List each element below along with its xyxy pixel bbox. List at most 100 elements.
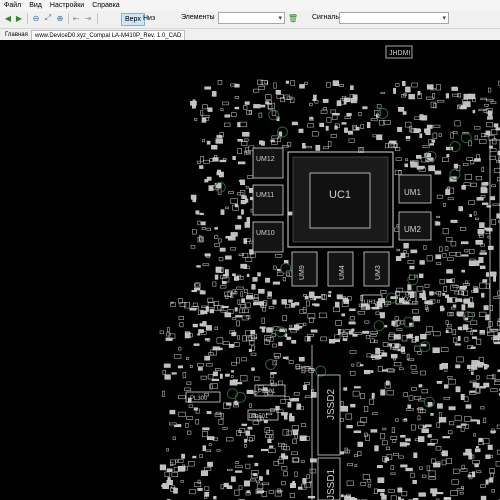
component-pad[interactable] bbox=[245, 186, 249, 189]
component-pad[interactable] bbox=[235, 224, 242, 230]
component-pad[interactable] bbox=[396, 248, 400, 252]
redo-icon[interactable]: ⇥ bbox=[83, 13, 93, 23]
component-pad[interactable] bbox=[443, 285, 448, 292]
component-pad[interactable] bbox=[251, 367, 255, 371]
component-pad[interactable] bbox=[464, 317, 469, 321]
component-pad[interactable] bbox=[344, 127, 348, 133]
component-pad[interactable] bbox=[482, 279, 488, 283]
component-pad[interactable] bbox=[184, 332, 191, 339]
component-pad[interactable] bbox=[481, 167, 485, 172]
component-pad[interactable] bbox=[188, 461, 195, 467]
component-pad[interactable] bbox=[272, 281, 281, 285]
component-pad[interactable] bbox=[206, 411, 212, 415]
component-pad[interactable] bbox=[251, 284, 256, 290]
component-pad[interactable] bbox=[479, 139, 487, 144]
component-pad[interactable] bbox=[281, 466, 288, 471]
component-pad[interactable] bbox=[406, 138, 411, 141]
component-pad[interactable] bbox=[375, 355, 382, 359]
component-pad[interactable] bbox=[298, 128, 304, 133]
component-pad[interactable] bbox=[246, 490, 250, 494]
component-pad[interactable] bbox=[469, 390, 476, 393]
component-pad[interactable] bbox=[461, 185, 466, 190]
component-pad[interactable] bbox=[202, 445, 206, 451]
component-pad[interactable] bbox=[224, 122, 231, 127]
component-pad[interactable] bbox=[328, 294, 331, 297]
component-pad[interactable] bbox=[485, 454, 491, 459]
component-pad[interactable] bbox=[238, 308, 245, 314]
component-pad[interactable] bbox=[332, 113, 340, 116]
component-pad[interactable] bbox=[230, 375, 234, 378]
component-pad[interactable] bbox=[436, 380, 443, 384]
component-pad[interactable] bbox=[282, 429, 290, 436]
menu-view[interactable]: Вид bbox=[25, 0, 46, 11]
component-pad[interactable] bbox=[166, 468, 173, 473]
component-pad[interactable] bbox=[462, 324, 469, 330]
component-pad[interactable] bbox=[253, 473, 257, 477]
component-pad[interactable] bbox=[241, 315, 249, 321]
component-pad[interactable] bbox=[367, 483, 371, 488]
component-pad[interactable] bbox=[200, 110, 204, 116]
component-pad[interactable] bbox=[237, 215, 242, 220]
component-pad[interactable] bbox=[455, 364, 461, 369]
component-pad[interactable] bbox=[211, 378, 220, 382]
component-pad[interactable] bbox=[455, 298, 463, 302]
component-pad[interactable] bbox=[169, 462, 174, 466]
component-pad[interactable] bbox=[197, 479, 201, 484]
component-pad[interactable] bbox=[212, 157, 219, 162]
component-pad[interactable] bbox=[289, 398, 294, 402]
component-pad[interactable] bbox=[192, 99, 196, 106]
component-pad[interactable] bbox=[267, 291, 272, 297]
component-pad[interactable] bbox=[491, 184, 496, 188]
component-pad[interactable] bbox=[304, 295, 309, 300]
component-pad[interactable] bbox=[483, 305, 489, 311]
component-pad[interactable] bbox=[230, 476, 236, 482]
component-pad[interactable] bbox=[245, 257, 253, 262]
component-pad[interactable] bbox=[217, 80, 223, 85]
component-pad[interactable] bbox=[337, 328, 341, 335]
component-pad[interactable] bbox=[230, 247, 236, 251]
component-pad[interactable] bbox=[380, 290, 387, 294]
component-pad[interactable] bbox=[328, 291, 332, 294]
component-pad[interactable] bbox=[301, 367, 306, 374]
component-pad[interactable] bbox=[352, 390, 360, 397]
component-pad[interactable] bbox=[179, 322, 184, 328]
component-pad[interactable] bbox=[206, 363, 213, 367]
component-pad[interactable] bbox=[238, 485, 243, 490]
component-pad[interactable] bbox=[226, 485, 233, 489]
component-pad[interactable] bbox=[307, 123, 314, 128]
component-pad[interactable] bbox=[474, 126, 481, 130]
component-pad[interactable] bbox=[303, 385, 307, 391]
component-pad[interactable] bbox=[261, 317, 265, 324]
component-pad[interactable] bbox=[224, 114, 231, 118]
component-pad[interactable] bbox=[422, 474, 427, 478]
component-pad[interactable] bbox=[341, 494, 344, 498]
component-pad[interactable] bbox=[494, 341, 500, 345]
component-pad[interactable] bbox=[348, 130, 353, 135]
component-pad[interactable] bbox=[374, 339, 378, 343]
component-pad[interactable] bbox=[261, 140, 265, 146]
component-pad[interactable] bbox=[311, 131, 319, 137]
component-pad[interactable] bbox=[292, 429, 299, 436]
component-pad[interactable] bbox=[286, 336, 292, 340]
component-pad[interactable] bbox=[270, 139, 275, 143]
component-pad[interactable] bbox=[364, 320, 370, 324]
component-pad[interactable] bbox=[341, 334, 348, 337]
component-pad[interactable] bbox=[349, 316, 355, 321]
component-pad[interactable] bbox=[204, 355, 211, 361]
component-pad[interactable] bbox=[212, 371, 218, 377]
component-pad[interactable] bbox=[348, 138, 355, 143]
component-pad[interactable] bbox=[237, 335, 240, 340]
component-pad[interactable] bbox=[235, 461, 239, 464]
component-pad[interactable] bbox=[344, 116, 351, 119]
component-pad[interactable] bbox=[236, 320, 240, 327]
component-pad[interactable] bbox=[234, 489, 240, 496]
component-pad[interactable] bbox=[393, 362, 402, 367]
component-pad[interactable] bbox=[235, 315, 243, 318]
component-pad[interactable] bbox=[479, 311, 487, 317]
component-pad[interactable] bbox=[401, 335, 408, 342]
component-pad[interactable] bbox=[308, 291, 315, 298]
component-pad[interactable] bbox=[442, 436, 450, 439]
component-pad[interactable] bbox=[376, 104, 382, 109]
component-pad[interactable] bbox=[423, 245, 427, 250]
component-pad[interactable] bbox=[328, 339, 336, 344]
